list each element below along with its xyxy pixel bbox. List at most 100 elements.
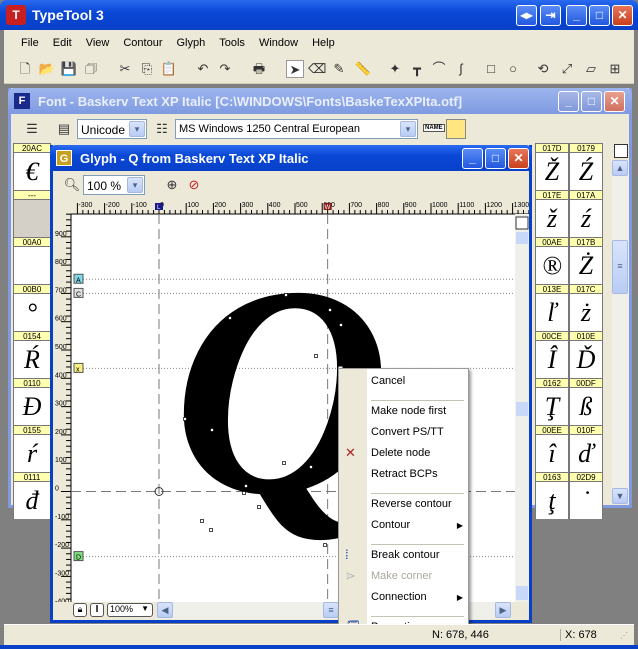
- pointer-tool-icon[interactable]: ➤: [286, 60, 304, 78]
- glyph-minimize-button[interactable]: _: [462, 148, 483, 169]
- menu-window[interactable]: Window: [252, 30, 305, 56]
- glyph-cell-code[interactable]: 00EE: [535, 425, 569, 435]
- glyph-cell[interactable]: ţ: [535, 482, 569, 519]
- zoom-select[interactable]: 100 % ▾: [83, 175, 145, 195]
- rotate-tool-icon[interactable]: ⟲: [534, 60, 552, 78]
- glyph-cell[interactable]: ˙: [569, 482, 603, 519]
- menu-contour[interactable]: Contour: [116, 30, 169, 56]
- glyph-cell-code[interactable]: 0111: [13, 472, 51, 482]
- bottom-zoom-select[interactable]: 100% ▼: [107, 603, 153, 617]
- glyph-cell-code[interactable]: 00AE: [535, 237, 569, 247]
- glyph-maximize-button[interactable]: □: [485, 148, 506, 169]
- save-icon[interactable]: 💾: [60, 60, 78, 78]
- glyph-cell[interactable]: î: [535, 435, 569, 472]
- chevron-down-icon[interactable]: ▾: [400, 121, 416, 137]
- slant-tool-icon[interactable]: ⏥: [582, 60, 600, 78]
- new-file-icon[interactable]: 🗋: [16, 60, 34, 78]
- node-point[interactable]: [339, 323, 343, 327]
- chevron-down-icon[interactable]: ▾: [129, 121, 145, 137]
- menu-file[interactable]: File: [14, 30, 46, 56]
- name-toggle-button[interactable]: NAME: [423, 124, 445, 132]
- menu-item-break-contour[interactable]: Break contour: [371, 549, 439, 561]
- menu-help[interactable]: Help: [305, 30, 342, 56]
- menu-item-cancel[interactable]: Cancel: [371, 375, 405, 387]
- menu-item-make-node-first[interactable]: Make node first: [371, 405, 446, 417]
- glyph-cell-code[interactable]: 017B: [569, 237, 603, 247]
- lock-button[interactable]: 🔒︎: [73, 603, 87, 617]
- glyph-cell-code[interactable]: 010F: [569, 425, 603, 435]
- tile-button[interactable]: ◂▸: [516, 5, 537, 26]
- ellipse-tool-icon[interactable]: ○: [504, 60, 522, 78]
- scroll-left-icon[interactable]: ◀: [157, 602, 173, 618]
- encoding-select[interactable]: Unicode ▾: [77, 119, 147, 139]
- open-icon[interactable]: 📂: [38, 60, 56, 78]
- canvas-options-button[interactable]: [515, 216, 529, 230]
- codepage-select[interactable]: MS Windows 1250 Central European ▾: [175, 119, 418, 139]
- glyph-cell-code[interactable]: 0110: [13, 378, 51, 388]
- scroll-right-icon[interactable]: ▶: [495, 602, 511, 618]
- menu-item-convert-ps-tt[interactable]: Convert PS/TT: [371, 426, 444, 438]
- node-point[interactable]: [323, 543, 327, 547]
- scroll-thumb[interactable]: ≡: [612, 240, 628, 294]
- font-vertical-scrollbar[interactable]: ▲ ≡ ▼: [612, 160, 629, 504]
- redo-icon[interactable]: ↷: [216, 60, 234, 78]
- glyph-cell[interactable]: [13, 200, 51, 237]
- node-point[interactable]: [228, 316, 232, 320]
- zoom-icon[interactable]: 🔍︎: [63, 176, 81, 194]
- glyph-cell-code[interactable]: 017C: [569, 284, 603, 294]
- zoom-off-icon[interactable]: ⊘: [185, 176, 203, 194]
- glyph-cell[interactable]: ľ: [535, 294, 569, 331]
- glyph-cell[interactable]: ď: [569, 435, 603, 472]
- glyph-cell[interactable]: đ: [13, 482, 51, 519]
- grid-view-button[interactable]: [446, 119, 466, 139]
- glyph-cell[interactable]: ŕ: [13, 435, 51, 472]
- grid-options-button[interactable]: [614, 144, 628, 158]
- scroll-down-icon[interactable]: [516, 586, 528, 600]
- node-point[interactable]: [284, 293, 288, 297]
- text-cursor-button[interactable]: I: [90, 603, 104, 617]
- glyph-cell-code[interactable]: 00CE: [535, 331, 569, 341]
- glyph-cell-code[interactable]: 00B0: [13, 284, 51, 294]
- glyph-cell-code[interactable]: 010E: [569, 331, 603, 341]
- glyph-cell-code[interactable]: 0162: [535, 378, 569, 388]
- glyph-cell[interactable]: Ź: [569, 153, 603, 190]
- node-point[interactable]: [183, 417, 187, 421]
- undo-icon[interactable]: ↶: [194, 60, 212, 78]
- glyph-cell-code[interactable]: 0154: [13, 331, 51, 341]
- glyph-cell-code[interactable]: 0155: [13, 425, 51, 435]
- add-tangent-icon[interactable]: ʃ: [452, 60, 470, 78]
- close-button[interactable]: ✕: [612, 5, 633, 26]
- node-point[interactable]: [209, 528, 213, 532]
- resize-grip-icon[interactable]: ⋰: [620, 631, 628, 640]
- glyph-cell[interactable]: Ŕ: [13, 341, 51, 378]
- scroll-thumb-h[interactable]: ≡: [323, 602, 339, 618]
- menu-item-reverse-contour[interactable]: Reverse contour: [371, 498, 452, 510]
- minimize-button[interactable]: _: [566, 5, 587, 26]
- node-point[interactable]: [244, 484, 248, 488]
- glyph-cell[interactable]: Î: [535, 341, 569, 378]
- glyph-cell[interactable]: ź: [569, 200, 603, 237]
- node-point[interactable]: [210, 428, 214, 432]
- cut-icon[interactable]: ✂: [116, 60, 134, 78]
- paste-icon[interactable]: 📋: [160, 60, 178, 78]
- glyph-cell[interactable]: ž: [535, 200, 569, 237]
- glyph-cell[interactable]: €: [13, 153, 51, 190]
- glyph-cell[interactable]: ®: [535, 247, 569, 284]
- menu-tools[interactable]: Tools: [212, 30, 252, 56]
- glyph-cell[interactable]: Đ: [13, 388, 51, 425]
- menu-item-delete-node[interactable]: Delete node: [371, 447, 430, 459]
- glyph-cell-code[interactable]: 017A: [569, 190, 603, 200]
- glyph-cell[interactable]: Ż: [569, 247, 603, 284]
- menu-edit[interactable]: Edit: [46, 30, 79, 56]
- glyph-cell-code[interactable]: 20AC: [13, 143, 51, 153]
- node-point[interactable]: [200, 519, 204, 523]
- transform-tool-icon[interactable]: ⊞: [606, 60, 624, 78]
- glyph-cell-code[interactable]: 0163: [535, 472, 569, 482]
- add-corner-icon[interactable]: ┳: [408, 60, 426, 78]
- glyph-cell-code[interactable]: 0179: [569, 143, 603, 153]
- chevron-down-icon[interactable]: ▾: [127, 177, 143, 193]
- eraser-tool-icon[interactable]: ⌫: [308, 60, 326, 78]
- copy-icon[interactable]: ⎘: [138, 60, 156, 78]
- menu-item-connection[interactable]: Connection: [371, 591, 427, 603]
- font-info-icon[interactable]: ☰: [23, 120, 41, 138]
